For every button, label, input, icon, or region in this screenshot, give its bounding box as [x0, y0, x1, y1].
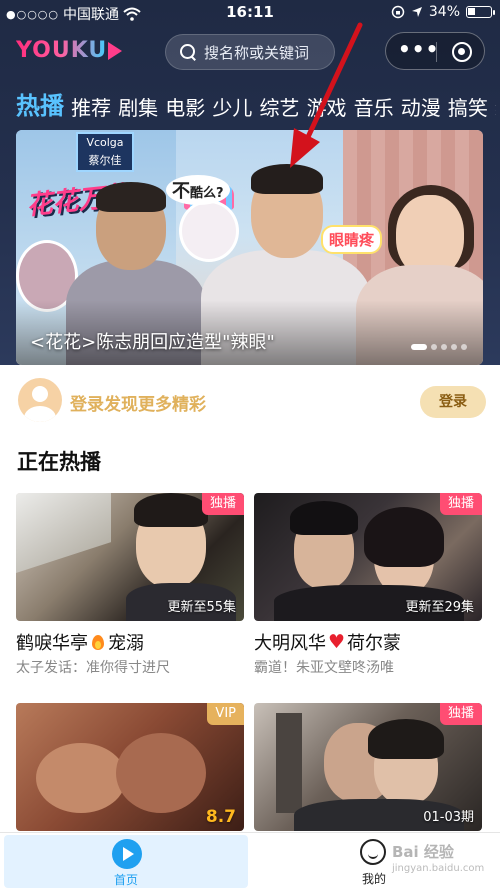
top-hero-area: ●○○○○ 中国联通 16:11 34% YOUKU 搜名称或关键词 ••• 热… — [0, 0, 500, 365]
tab-hot[interactable]: 热播 — [16, 86, 64, 121]
carousel-dot[interactable] — [411, 344, 427, 350]
tab-recommend[interactable]: 推荐 — [71, 92, 111, 121]
host-sign: Vcolga 蔡尔佳 — [76, 132, 134, 172]
carousel-dot[interactable] — [451, 344, 457, 350]
episode-update: 更新至29集 — [405, 600, 474, 615]
battery-icon — [466, 6, 495, 18]
tab-anime[interactable]: 动漫 — [401, 92, 441, 121]
miniprogram-capsule: ••• — [385, 32, 485, 70]
carousel-dot[interactable] — [461, 344, 467, 350]
tab-movies[interactable]: 电影 — [165, 92, 205, 121]
tab-documentary[interactable]: 纪实 — [495, 92, 496, 121]
video-thumbnail[interactable]: 独播 更新至55集 — [16, 493, 244, 621]
exclusive-badge: 独播 — [439, 493, 482, 515]
video-card[interactable]: 独播 更新至55集 鹤唳华亭 宠溺 太子发话：准你得寸进尺 — [16, 493, 244, 677]
guest-makeup-image — [179, 200, 239, 262]
video-title[interactable]: 鹤唳华亭 宠溺 — [16, 629, 244, 655]
episode-update: 01-03期 — [423, 810, 474, 825]
vip-badge: VIP — [207, 703, 244, 725]
baidu-watermark: Bai 经验 — [392, 843, 454, 861]
search-icon — [180, 44, 196, 60]
rotation-lock-icon — [391, 5, 405, 19]
video-title[interactable]: 大明风华 ♥ 荷尔蒙 — [254, 629, 482, 655]
video-thumbnail[interactable]: 独播 01-03期 — [254, 703, 482, 831]
carousel-dot[interactable] — [431, 344, 437, 350]
close-miniprogram-icon[interactable] — [452, 42, 472, 62]
login-prompt-text[interactable]: 登录发现更多精彩 — [70, 390, 206, 415]
episode-update: 更新至55集 — [167, 600, 236, 615]
video-thumbnail[interactable]: 独播 更新至29集 — [254, 493, 482, 621]
heart-icon: ♥ — [328, 631, 346, 653]
video-card[interactable]: 独播 01-03期 — [254, 703, 482, 831]
baidu-watermark-url: jingyan.baidu.com — [392, 863, 485, 874]
video-subtitle: 太子发话：准你得寸进尺 — [16, 660, 170, 676]
video-card[interactable]: VIP 8.7 — [16, 703, 244, 831]
more-options-icon[interactable]: ••• — [398, 39, 438, 62]
login-prompt: 登录发现更多精彩 登录 — [0, 370, 500, 430]
video-thumbnail[interactable]: VIP 8.7 — [16, 703, 244, 831]
sticker-eyes-hurt: 眼睛疼 — [321, 225, 383, 254]
annotation-arrow-icon — [290, 22, 363, 168]
home-play-icon — [112, 839, 142, 869]
exclusive-badge: 独播 — [201, 493, 244, 515]
battery-percent: 34% — [428, 4, 460, 20]
sticker-bu: 不酷么? — [166, 175, 230, 205]
carousel-indicator — [411, 344, 467, 350]
location-icon — [411, 7, 422, 17]
youku-logo: YOUKU — [16, 38, 108, 63]
status-bar: ●○○○○ 中国联通 16:11 34% — [0, 0, 500, 26]
bottom-tab-bar: 首页 我的 Bai 经验 jingyan.baidu.com — [0, 832, 500, 889]
fire-icon — [90, 633, 106, 651]
avatar — [18, 378, 62, 422]
profile-smile-icon[interactable] — [360, 839, 386, 865]
youku-play-icon — [108, 42, 122, 60]
hero-banner[interactable]: Vcolga 蔡尔佳 花花万物 不酷么? 眼睛疼 <花花>陈志朋回应造型"辣眼" — [16, 130, 483, 365]
tab-kids[interactable]: 少儿 — [212, 92, 252, 121]
tab-comedy[interactable]: 搞笑 — [448, 92, 488, 121]
category-nav: 热播 推荐 剧集 电影 少儿 综艺 游戏 音乐 动漫 搞笑 纪实 体 — [16, 86, 496, 122]
app-header: YOUKU 搜名称或关键词 ••• — [0, 30, 500, 74]
video-card[interactable]: 独播 更新至29集 大明风华 ♥ 荷尔蒙 霸道！朱亚文壁咚汤唯 — [254, 493, 482, 677]
tab-home[interactable]: 首页 — [4, 835, 248, 888]
tab-home-label: 首页 — [113, 873, 138, 887]
exclusive-badge: 独播 — [439, 703, 482, 725]
video-subtitle: 霸道！朱亚文壁咚汤唯 — [254, 660, 394, 676]
carousel-dot[interactable] — [441, 344, 447, 350]
login-button[interactable]: 登录 — [420, 386, 486, 418]
tab-series[interactable]: 剧集 — [118, 92, 158, 121]
battery-fill — [468, 8, 475, 15]
rating-score: 8.7 — [205, 807, 236, 827]
section-title-now-playing: 正在热播 — [17, 450, 101, 474]
banner-caption[interactable]: <花花>陈志朋回应造型"辣眼" — [30, 328, 275, 354]
